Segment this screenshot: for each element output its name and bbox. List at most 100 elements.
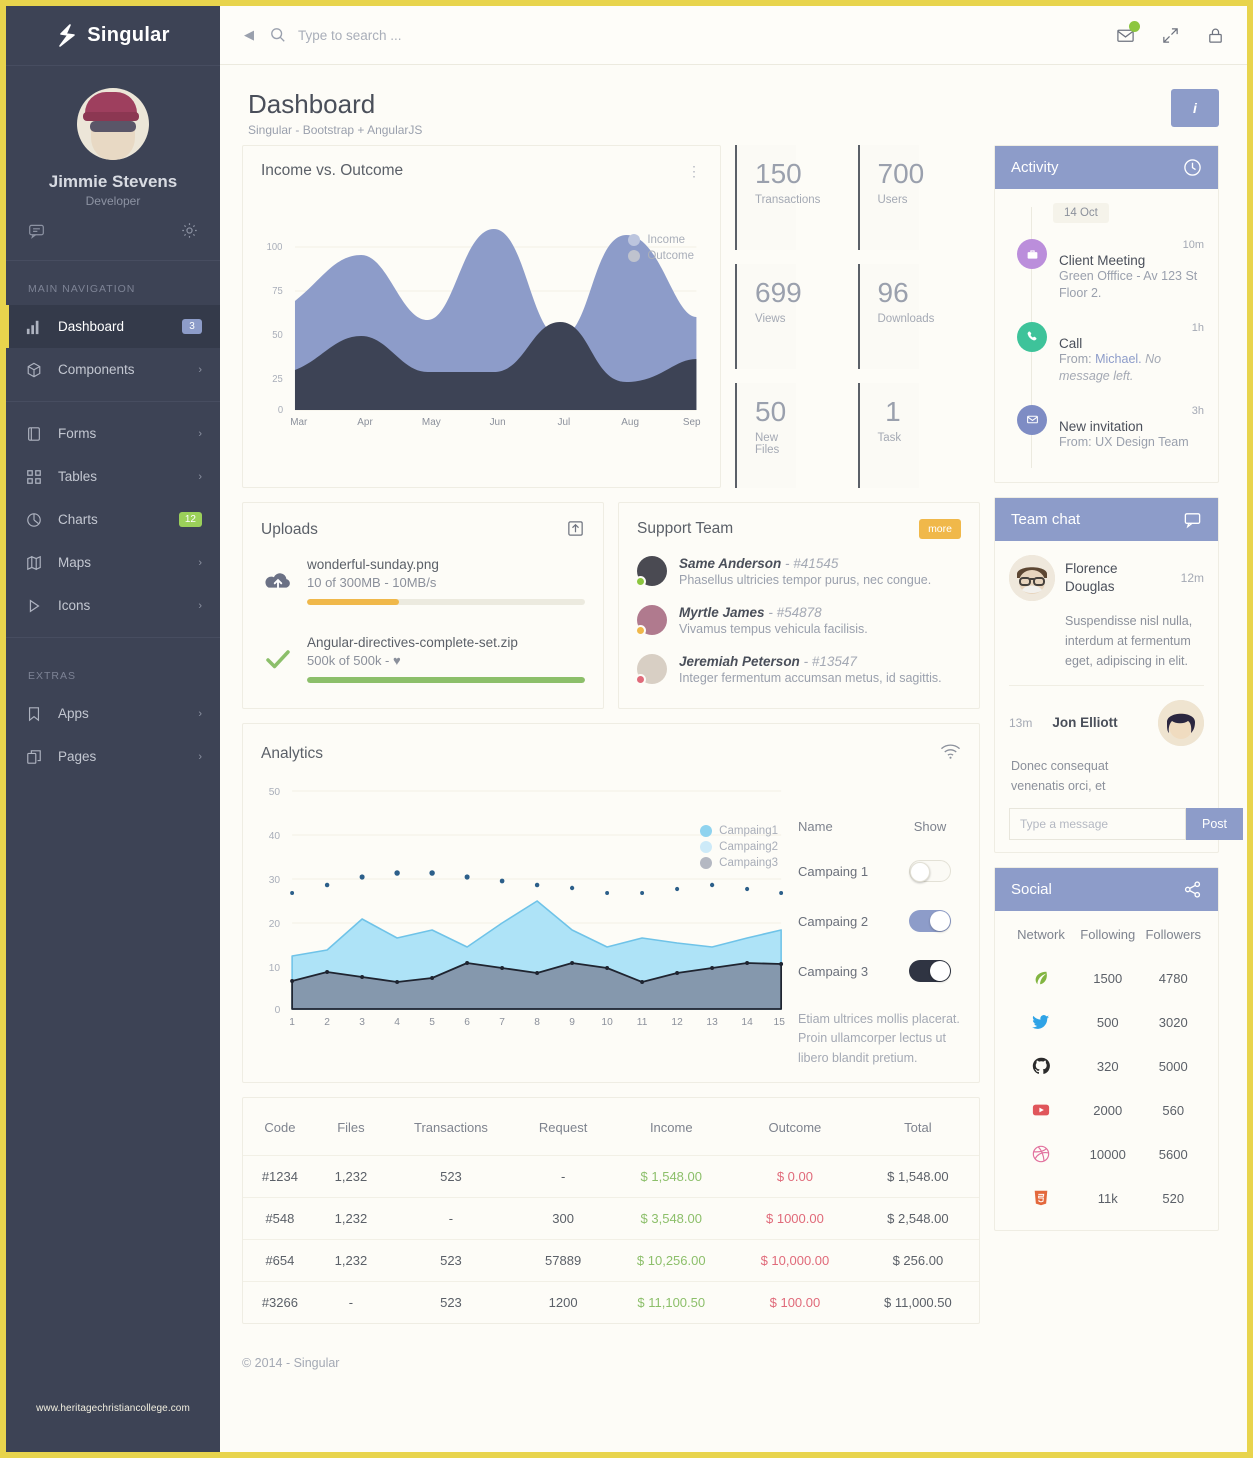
sidebar-item-charts[interactable]: Charts 12	[6, 498, 220, 541]
cell-total: $ 11,000.50	[856, 1281, 979, 1324]
social-following: 11k	[1097, 1190, 1118, 1206]
table-row[interactable]: #654 1,232 523 57889 $ 10,256.00 $ 10,00…	[243, 1239, 979, 1282]
footer: © 2014 - Singular	[242, 1356, 340, 1371]
svg-text:Sep: Sep	[683, 417, 701, 427]
stat-label: Task	[877, 432, 902, 445]
more-button[interactable]: more	[919, 519, 961, 539]
cell-income: $ 1,548.00	[609, 1155, 734, 1198]
activity-item[interactable]: 1h Call From: Michael. No message left.	[1009, 316, 1204, 399]
youtube-icon	[1007, 1101, 1075, 1119]
mail-icon[interactable]	[1116, 20, 1140, 45]
brand-name: Singular	[87, 24, 170, 46]
svg-text:75: 75	[272, 286, 283, 297]
progress-bar	[307, 677, 585, 683]
income-chart: Income Outcome 100 75 50 25 0 Mar Apr Ma…	[243, 180, 720, 438]
stat-card[interactable]: 150 Transactions	[735, 145, 820, 250]
support-member[interactable]: Same Anderson - #41545 Phasellus ultrici…	[619, 547, 979, 596]
svg-text:100: 100	[267, 242, 283, 253]
cell-code: #548	[243, 1197, 317, 1240]
toggle-campaing-3[interactable]	[909, 960, 951, 982]
info-button[interactable]: i	[1171, 89, 1219, 127]
cube-icon	[26, 362, 48, 378]
svg-text:12: 12	[671, 1017, 683, 1027]
activity-panel: Activity 14 Oct 10m Client Meeting Green…	[994, 145, 1219, 484]
svg-text:50: 50	[269, 787, 281, 798]
pie-chart-icon	[26, 512, 48, 528]
avatar[interactable]	[77, 88, 149, 160]
avatar	[635, 605, 667, 636]
activity-item[interactable]: 10m Client Meeting Green Offfice - Av 12…	[1009, 233, 1204, 316]
support-team-card: Support Team more Same Anderson - #41545…	[618, 502, 980, 709]
social-following: 10000	[1089, 1146, 1126, 1162]
sidebar-item-label: Pages	[58, 749, 97, 764]
social-following: 1500	[1093, 970, 1123, 986]
sidebar-item-icons[interactable]: Icons ›	[6, 584, 220, 627]
briefcase-icon	[1017, 239, 1047, 269]
cell-transactions: 523	[385, 1281, 517, 1324]
chat-input[interactable]	[1009, 808, 1186, 841]
grid-icon	[26, 469, 48, 485]
card-menu-icon[interactable]: ⋮	[687, 163, 702, 180]
cell-outcome: $ 10,000.00	[733, 1239, 857, 1282]
campaign-toggle-panel: Name Show Campaing 1 Campaing 2 Campaing…	[786, 767, 961, 1068]
svg-text:13: 13	[706, 1017, 718, 1027]
post-button[interactable]: Post	[1186, 808, 1244, 841]
support-member[interactable]: Jeremiah Peterson - #13547 Integer ferme…	[619, 645, 979, 694]
legend-label: Outcome	[647, 250, 694, 262]
activity-time: 10m	[1182, 239, 1204, 251]
page-subtitle: Singular - Bootstrap + AngularJS	[248, 123, 423, 137]
sidebar-item-components[interactable]: Components ›	[6, 348, 220, 391]
member-name: Same Anderson	[679, 556, 782, 571]
activity-link[interactable]: Michael.	[1095, 352, 1142, 366]
sidebar-item-apps[interactable]: Apps ›	[6, 692, 220, 735]
chevron-right-icon: ›	[198, 427, 202, 440]
member-text: Vivamus tempus vehicula facilisis.	[679, 622, 868, 636]
lock-icon[interactable]	[1206, 26, 1225, 45]
svg-text:25: 25	[272, 374, 283, 385]
column-header: Request	[538, 1120, 588, 1136]
stat-card[interactable]: 700 Users	[857, 145, 924, 250]
stat-card[interactable]: 1 Task	[857, 383, 919, 488]
stat-value: 1	[885, 396, 901, 427]
wifi-icon[interactable]	[940, 744, 961, 763]
sidebar-item-pages[interactable]: Pages ›	[6, 735, 220, 778]
member-id: - #54878	[768, 605, 822, 620]
upload-icon[interactable]	[566, 519, 585, 541]
activity-item[interactable]: 3h New invitation From: UX Design Team	[1009, 399, 1204, 465]
stat-label: Downloads	[877, 313, 935, 326]
sidebar-item-dashboard[interactable]: Dashboard 3	[6, 305, 220, 348]
toggle-campaing-1[interactable]	[909, 860, 951, 882]
stat-card[interactable]: 96 Downloads	[857, 264, 935, 369]
svg-text:11: 11	[637, 1017, 648, 1027]
sidebar-item-maps[interactable]: Maps ›	[6, 541, 220, 584]
table-row[interactable]: #548 1,232 - 300 $ 3,548.00 $ 1000.00 $ …	[243, 1197, 979, 1240]
chart-legend: Income Outcome	[628, 234, 694, 266]
brand[interactable]: Singular	[6, 6, 220, 66]
avatar	[1158, 700, 1204, 747]
search-input[interactable]	[298, 27, 628, 43]
toggle-campaing-2[interactable]	[909, 910, 951, 932]
gear-icon[interactable]	[181, 222, 198, 244]
social-followers: 4780	[1158, 970, 1188, 986]
cell-request: 1200	[516, 1281, 610, 1324]
activity-text-pre: From:	[1059, 351, 1096, 366]
stat-card[interactable]: 699 Views	[735, 264, 802, 369]
legend-dot-campaing3	[700, 857, 713, 869]
support-member[interactable]: Myrtle James - #54878 Vivamus tempus veh…	[619, 596, 979, 645]
sidebar-collapse-icon[interactable]: ◀	[236, 23, 262, 47]
legend-dot-income	[628, 234, 641, 246]
svg-text:6: 6	[464, 1017, 470, 1027]
chevron-right-icon: ›	[198, 363, 202, 376]
analytics-card: Analytics Campaing1 Campaing2 Campaing3 …	[242, 723, 980, 1084]
chat-name: Jon Elliott	[1052, 715, 1118, 731]
messages-icon[interactable]	[28, 222, 45, 244]
cloud-upload-icon	[261, 569, 295, 593]
sidebar-item-forms[interactable]: Forms ›	[6, 412, 220, 455]
fullscreen-icon[interactable]	[1161, 26, 1180, 45]
table-row[interactable]: #1234 1,232 523 - $ 1,548.00 $ 0.00 $ 1,…	[243, 1155, 979, 1198]
stat-card[interactable]: 50 New Files	[735, 383, 797, 488]
sidebar-item-tables[interactable]: Tables ›	[6, 455, 220, 498]
svg-text:Apr: Apr	[357, 417, 373, 427]
table-row[interactable]: #3266 - 523 1200 $ 11,100.50 $ 100.00 $ …	[243, 1281, 979, 1324]
chat-icon	[1183, 510, 1202, 529]
